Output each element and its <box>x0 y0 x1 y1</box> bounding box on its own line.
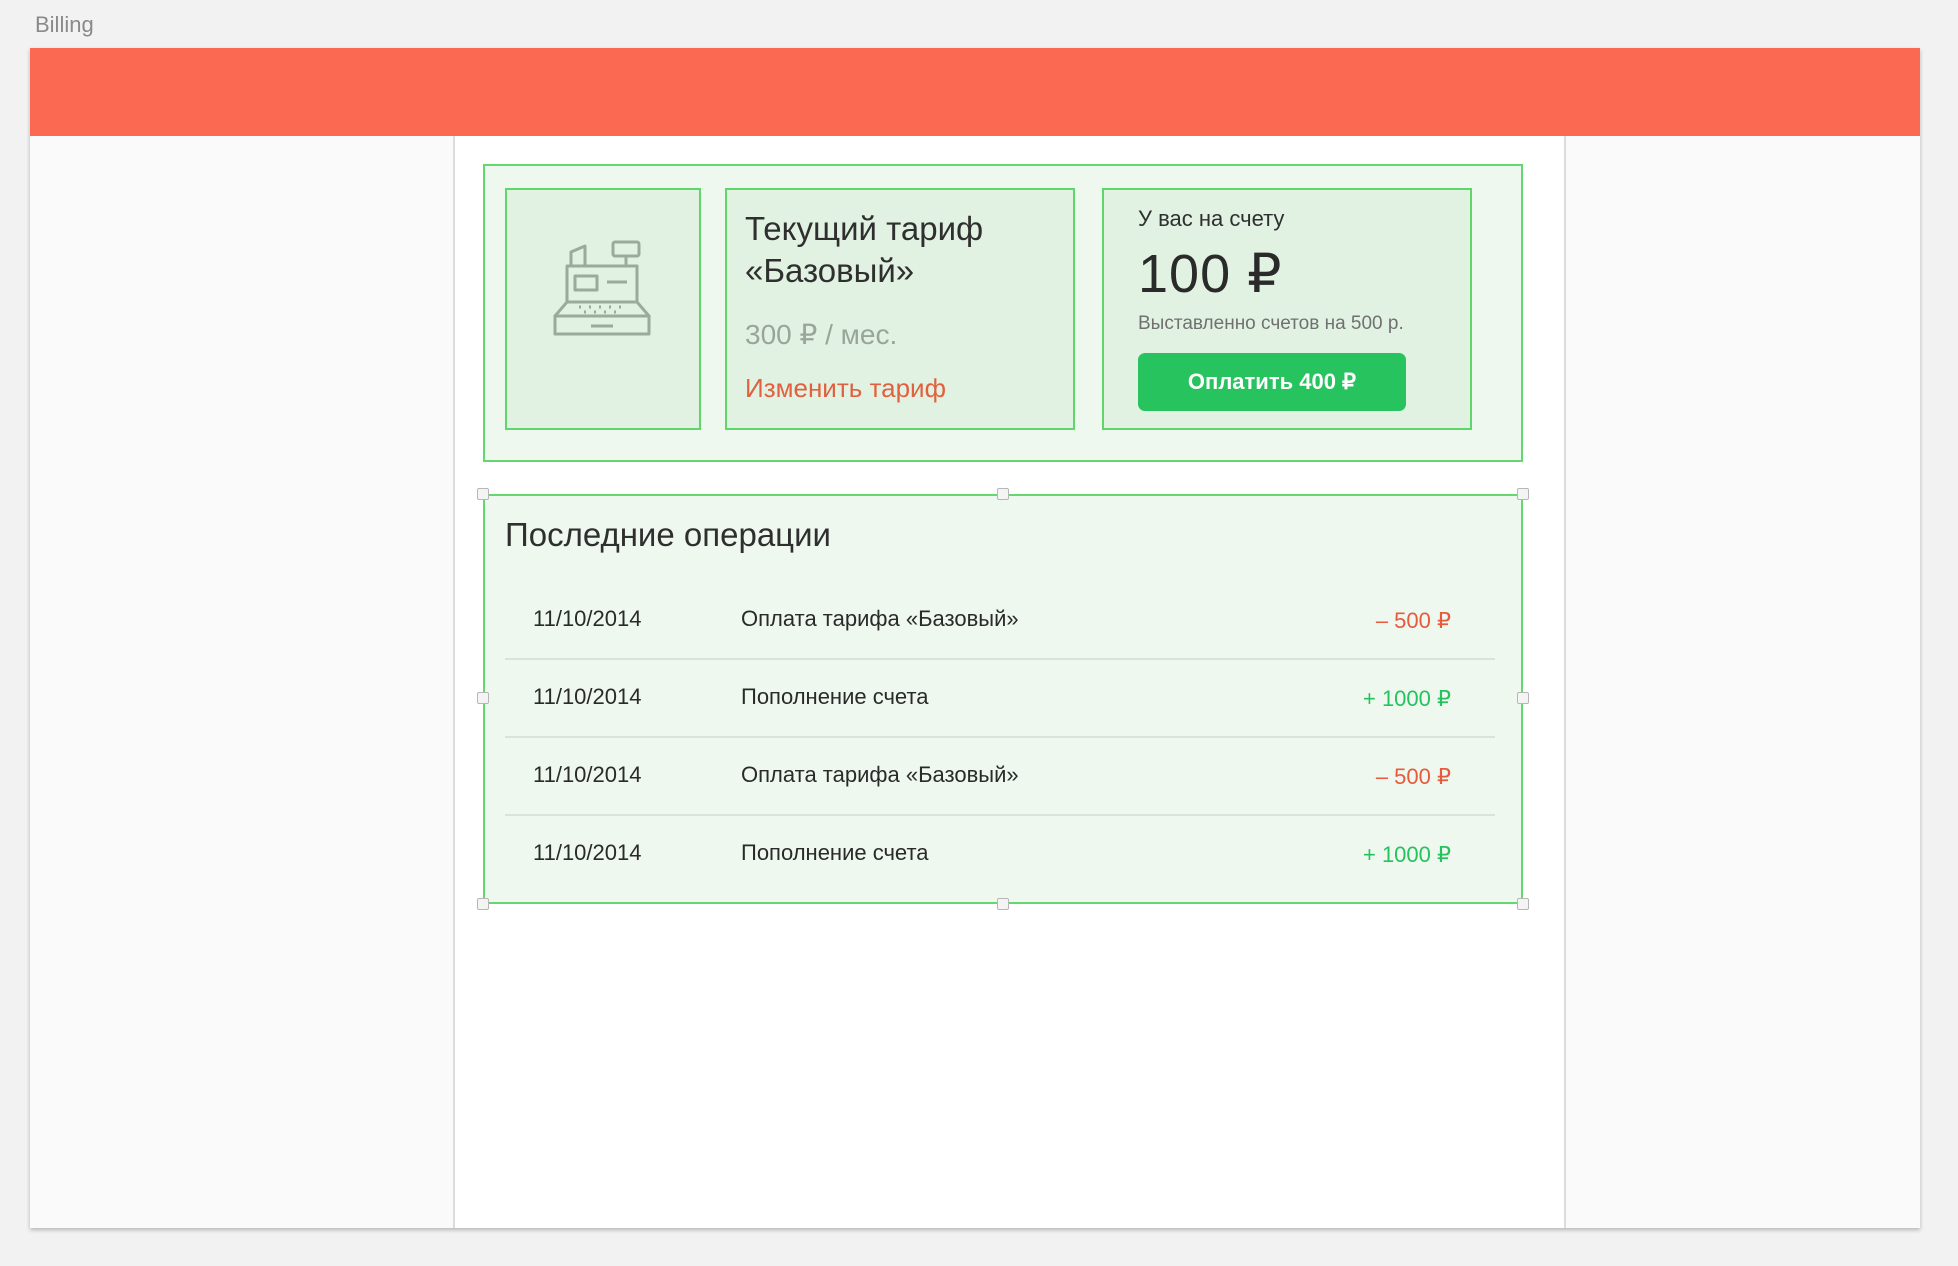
resize-handle-top-left[interactable] <box>477 488 489 500</box>
balance-card: У вас на счету 100 ₽ Выставленно счетов … <box>1102 188 1472 430</box>
operation-amount: + 1000 ₽ <box>1362 686 1451 711</box>
operation-amount: – 500 ₽ <box>1375 764 1451 789</box>
recent-operations: Последние операции 11/10/2014 Оплата тар… <box>477 488 1529 910</box>
operations-title: Последние операции <box>505 516 831 553</box>
balance-label: У вас на счету <box>1138 206 1285 231</box>
balance-amount: 100 ₽ <box>1138 244 1283 304</box>
operation-description: Пополнение счета <box>741 684 929 709</box>
tariff-title: Текущий тариф «Базовый» <box>745 210 984 289</box>
table-row: 11/10/2014 Оплата тарифа «Базовый» – 500… <box>505 582 1495 660</box>
resize-handle-left[interactable] <box>477 692 489 704</box>
resize-handle-bottom-left[interactable] <box>477 898 489 910</box>
frame-title: Billing <box>35 12 94 37</box>
operation-description: Оплата тарифа «Базовый» <box>741 762 1019 787</box>
table-row: 11/10/2014 Оплата тарифа «Базовый» – 500… <box>505 738 1495 816</box>
account-summary: Текущий тариф «Базовый» 300 ₽ / мес. Изм… <box>483 164 1523 462</box>
current-tariff-card: Текущий тариф «Базовый» 300 ₽ / мес. Изм… <box>725 188 1075 430</box>
header-bar <box>30 48 1920 136</box>
resize-handle-top[interactable] <box>997 488 1009 500</box>
invoiced-note: Выставленно счетов на 500 р. <box>1138 313 1404 334</box>
table-row: 11/10/2014 Пополнение счета + 1000 ₽ <box>505 660 1495 738</box>
pay-button[interactable]: Оплатить 400 ₽ <box>1138 353 1406 411</box>
change-tariff-link[interactable]: Изменить тариф <box>745 373 946 404</box>
operation-description: Пополнение счета <box>741 840 929 865</box>
resize-handle-top-right[interactable] <box>1517 488 1529 500</box>
content-column: Текущий тариф «Базовый» 300 ₽ / мес. Изм… <box>453 136 1566 1228</box>
operation-date: 11/10/2014 <box>533 840 642 865</box>
tariff-icon-card <box>505 188 701 430</box>
operation-date: 11/10/2014 <box>533 684 642 709</box>
operation-amount: – 500 ₽ <box>1375 608 1451 633</box>
resize-handle-bottom[interactable] <box>997 898 1009 910</box>
resize-handle-bottom-right[interactable] <box>1517 898 1529 910</box>
cash-register-icon <box>553 240 651 336</box>
table-row: 11/10/2014 Пополнение счета + 1000 ₽ <box>505 816 1495 894</box>
tariff-price: 300 ₽ / мес. <box>745 319 898 350</box>
operation-amount: + 1000 ₽ <box>1362 842 1451 867</box>
resize-handle-right[interactable] <box>1517 692 1529 704</box>
operation-description: Оплата тарифа «Базовый» <box>741 606 1019 631</box>
operations-table: 11/10/2014 Оплата тарифа «Базовый» – 500… <box>505 582 1495 894</box>
artboard: Текущий тариф «Базовый» 300 ₽ / мес. Изм… <box>30 48 1920 1228</box>
operation-date: 11/10/2014 <box>533 606 642 631</box>
operation-date: 11/10/2014 <box>533 762 642 787</box>
